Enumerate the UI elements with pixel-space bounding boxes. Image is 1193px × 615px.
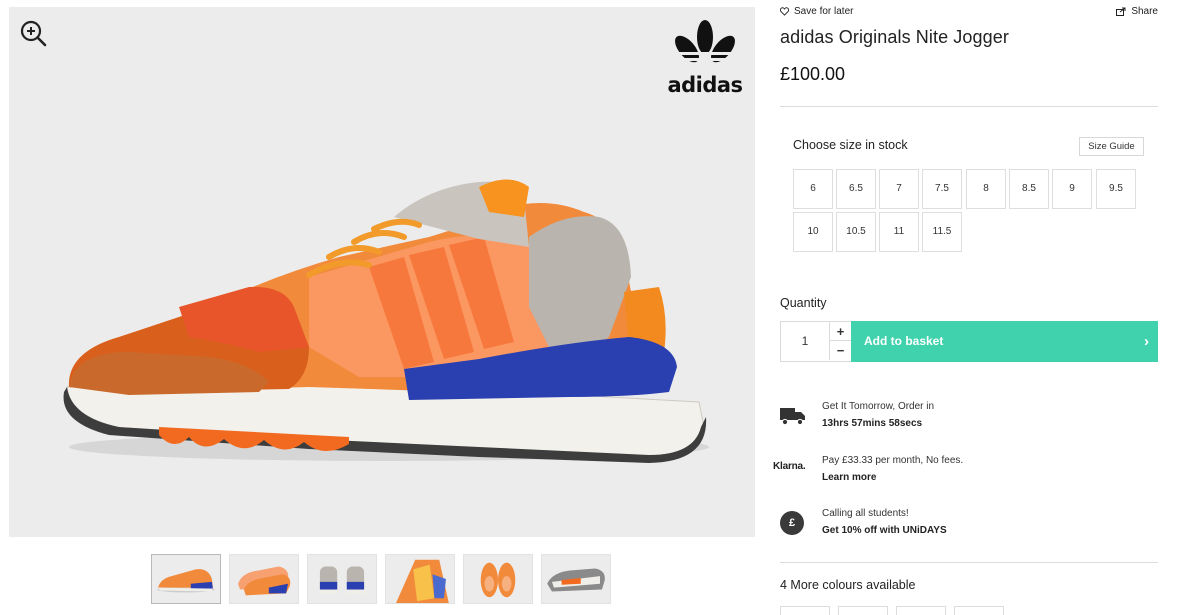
size-guide-button[interactable]: Size Guide (1079, 137, 1144, 156)
share-icon (1116, 7, 1126, 16)
quantity-increase-button[interactable]: + (829, 322, 851, 341)
thumbnail-pair-view[interactable] (229, 554, 299, 604)
chevron-right-icon: › (1144, 333, 1149, 350)
size-option[interactable]: 10.5 (836, 212, 876, 252)
colour-swatch[interactable] (954, 606, 1004, 615)
pound-icon: £ (780, 511, 804, 535)
zoom-in-icon[interactable] (19, 19, 47, 47)
size-option[interactable]: 8.5 (1009, 169, 1049, 209)
divider (780, 106, 1158, 107)
quantity-input[interactable]: 1 (781, 322, 829, 361)
klarna-logo: Klarna. (773, 461, 806, 472)
colour-swatch[interactable] (896, 606, 946, 615)
main-product-image[interactable]: adidas (9, 7, 755, 537)
brand-logo-text: adidas (667, 73, 743, 97)
size-option[interactable]: 7 (879, 169, 919, 209)
size-option[interactable]: 10 (793, 212, 833, 252)
thumbnail-sole-view[interactable] (541, 554, 611, 604)
quantity-decrease-button[interactable]: − (829, 341, 851, 360)
student-text: Calling all students! (822, 508, 909, 519)
save-for-later-button[interactable]: Save for later (780, 6, 853, 17)
share-label: Share (1131, 6, 1158, 17)
size-option[interactable]: 6 (793, 169, 833, 209)
klarna-text: Pay £33.33 per month, No fees. (822, 455, 964, 466)
thumbnail-back-view[interactable] (307, 554, 377, 604)
top-actions: Save for later Share (780, 6, 1158, 20)
colour-swatch[interactable] (780, 606, 830, 615)
unidays-link[interactable]: Get 10% off with UNiDAYS (822, 525, 947, 536)
trefoil-icon (667, 20, 743, 72)
colour-swatch[interactable] (838, 606, 888, 615)
size-option[interactable]: 11 (879, 212, 919, 252)
adidas-logo: adidas (665, 19, 745, 97)
more-colours-label: 4 More colours available (780, 578, 916, 592)
heart-icon (780, 7, 789, 16)
student-discount-info: £ Calling all students! Get 10% off with… (780, 508, 1158, 542)
klarna-learn-more-link[interactable]: Learn more (822, 472, 876, 483)
add-to-basket-label: Add to basket (864, 334, 944, 348)
klarna-info: Klarna. Pay £33.33 per month, No fees. L… (773, 455, 1158, 489)
delivery-countdown: 13hrs 57mins 58secs (822, 418, 923, 429)
product-title: adidas Originals Nite Jogger (780, 27, 1009, 47)
product-price: £100.00 (780, 64, 846, 84)
add-to-basket-button[interactable]: Add to basket › (851, 321, 1158, 362)
size-option[interactable]: 7.5 (922, 169, 962, 209)
size-label: Choose size in stock (793, 138, 908, 152)
divider (780, 562, 1158, 563)
thumbnail-front-view[interactable] (463, 554, 533, 604)
size-option[interactable]: 6.5 (836, 169, 876, 209)
share-button[interactable]: Share (1116, 6, 1158, 17)
size-option[interactable]: 8 (966, 169, 1006, 209)
thumbnail-side-view[interactable] (151, 554, 221, 604)
shoe-image (63, 179, 709, 463)
save-for-later-label: Save for later (794, 6, 854, 17)
size-option[interactable]: 9.5 (1096, 169, 1136, 209)
delivery-text: Get It Tomorrow, Order in (822, 401, 935, 412)
delivery-info: Get It Tomorrow, Order in 13hrs 57mins 5… (780, 401, 1158, 435)
quantity-label: Quantity (780, 296, 827, 310)
quantity-stepper: 1 + − (780, 321, 852, 362)
size-option[interactable]: 11.5 (922, 212, 962, 252)
thumbnail-top-detail-view[interactable] (385, 554, 455, 604)
size-option[interactable]: 9 (1052, 169, 1092, 209)
delivery-truck-icon (780, 408, 805, 426)
